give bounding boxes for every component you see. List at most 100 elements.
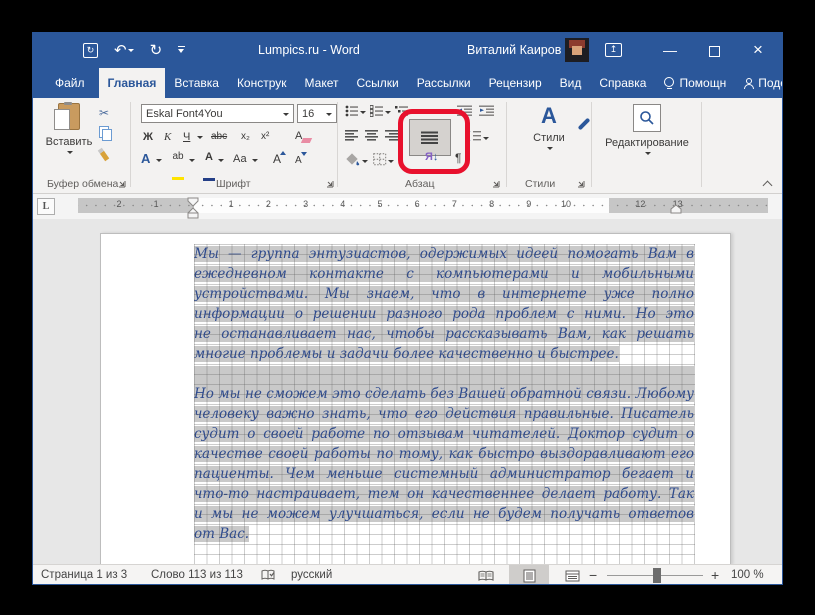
text-line[interactable]: и мы не можем улучшаться, если не будем … [194,506,694,526]
zoom-out-button[interactable]: − [589,565,597,585]
page[interactable]: Мы — группа энтузиастов, одержимых идеей… [100,233,731,564]
align-left-button[interactable] [345,130,359,144]
superscript-button[interactable]: x² [261,128,269,146]
tab-макет[interactable]: Макет [296,68,348,98]
document-area[interactable]: Мы — группа энтузиастов, одержимых идеей… [33,219,782,564]
ribbon-display-options-icon[interactable]: ↥ [605,43,622,57]
change-case-caret-icon[interactable] [252,159,258,165]
styles-dialog-launcher-icon[interactable] [576,179,586,189]
text-line[interactable]: пациенты. Чем меньше системный администр… [194,466,694,486]
tab-file[interactable]: Файл [41,68,99,98]
grow-font-button[interactable]: А [273,150,281,168]
text-line[interactable]: ежедневном контакте с компьютерами и моб… [194,266,694,286]
tab-help[interactable]: Помощн [655,68,735,98]
text-line[interactable]: от Вас. [194,526,694,546]
text-line[interactable]: многие проблемы и задачи более качествен… [194,346,694,366]
minimize-button[interactable]: — [655,32,685,68]
tab-вид[interactable]: Вид [551,68,591,98]
tab-рецензир[interactable]: Рецензир [480,68,551,98]
redo-icon[interactable]: ↻ [150,41,163,59]
cut-button[interactable]: ✂ [99,106,109,120]
status-page-count[interactable]: Страница 1 из 3 [41,565,127,585]
save-icon[interactable]: ↻ [83,43,98,58]
zoom-in-button[interactable]: + [711,565,719,585]
clipboard-dialog-launcher-icon[interactable] [117,179,127,189]
italic-button[interactable]: К [164,128,171,146]
tab-рассылки[interactable]: Рассылки [408,68,480,98]
text-line[interactable]: судит о своей работе по отзывам читателе… [194,426,694,446]
font-dialog-launcher-icon[interactable] [325,179,335,189]
shading-bucket-icon [345,153,361,166]
shrink-font-button[interactable]: А [295,152,302,170]
status-word-count[interactable]: Слово 113 из 113 [151,565,243,585]
tab-справка[interactable]: Справка [590,68,655,98]
editing-button[interactable]: Редактирование [598,104,696,161]
underline-caret-icon[interactable] [197,136,203,142]
format-painter-button[interactable] [101,148,106,164]
selected-text: ежедневном контакте с компьютерами и моб… [194,266,694,282]
collapse-ribbon-button[interactable] [763,181,772,187]
strikethrough-button[interactable]: abc [211,128,227,146]
highlight-caret-icon[interactable] [189,159,195,165]
text-line[interactable]: что-то настраивает, тем он качественнее … [194,486,694,506]
ruler-number: 5 [374,199,386,209]
text-line[interactable]: информации о решении разного рода пробле… [194,306,694,326]
proofing-icon[interactable] [261,569,275,585]
borders-button[interactable] [373,153,394,169]
maximize-button[interactable] [699,32,729,68]
copy-button[interactable] [99,126,109,141]
subscript-button[interactable]: x₂ [241,128,250,146]
horizontal-ruler[interactable]: 21123456789101213 [78,198,768,213]
blank-line[interactable] [194,366,694,386]
text-line[interactable]: Но мы не сможем это сделать без Вашей об… [194,386,694,406]
paste-button[interactable]: Вставить [45,103,93,173]
tab-конструк[interactable]: Конструк [228,68,296,98]
shading-caret-icon [362,160,368,166]
document-text[interactable]: Мы — группа энтузиастов, одержимых идеей… [194,246,694,546]
align-right-button[interactable] [385,130,399,144]
clear-formatting-button[interactable]: А [295,127,302,145]
close-button[interactable]: × [743,32,773,68]
read-mode-button[interactable] [471,565,501,585]
tab-главная[interactable]: Главная [99,68,166,98]
font-color-caret-icon[interactable] [218,159,224,165]
shading-button[interactable] [345,153,368,169]
web-layout-button[interactable] [557,565,587,585]
highlight-button[interactable]: ab [172,148,184,166]
text-line[interactable]: человеку важно знать, что его действия п… [194,406,694,426]
numbering-button[interactable] [370,105,391,120]
zoom-slider-handle[interactable] [653,568,661,583]
change-case-button[interactable]: Аа [233,150,247,168]
qat-customize-icon[interactable] [178,46,186,54]
text-line[interactable]: качестве своей работы по тому, как быстр… [194,446,694,466]
borders-icon [373,153,387,166]
format-painter-icon [98,148,110,162]
tab-вставка[interactable]: Вставка [165,68,228,98]
share-button[interactable]: Поделиться [735,68,783,98]
tab-ссылки[interactable]: Ссылки [347,68,407,98]
right-indent-marker[interactable] [670,204,682,214]
undo-button[interactable]: ↶ [114,41,134,59]
font-name-combo[interactable]: Eskal Font4You [141,104,294,123]
zoom-level[interactable]: 100 % [731,565,764,585]
font-color-button[interactable]: А [203,148,215,166]
print-layout-button[interactable] [509,565,549,585]
styles-gallery-button[interactable]: А Стили [513,104,585,156]
text-effects-caret-icon[interactable] [156,159,162,165]
status-language[interactable]: русский [291,565,332,585]
bullets-button[interactable] [345,105,366,120]
text-line[interactable]: не останавливает нас, чтобы рассказывать… [194,326,694,346]
underline-button[interactable]: Ч [183,128,190,146]
user-name[interactable]: Виталий Каиров [467,32,561,68]
text-effects-button[interactable]: А [141,150,150,168]
paragraph-dialog-launcher-icon[interactable] [491,179,501,189]
align-center-button[interactable] [365,130,379,144]
increase-indent-button[interactable] [479,105,494,120]
bold-button[interactable]: Ж [143,128,153,146]
text-line[interactable]: Мы — группа энтузиастов, одержимых идеей… [194,246,694,266]
avatar[interactable] [565,38,589,62]
tab-selector[interactable]: L [37,198,55,215]
font-size-combo[interactable]: 16 [297,104,337,123]
text-line[interactable]: устройствами. Мы знаем, что в интернете … [194,286,694,306]
first-line-indent-marker[interactable] [187,197,199,219]
